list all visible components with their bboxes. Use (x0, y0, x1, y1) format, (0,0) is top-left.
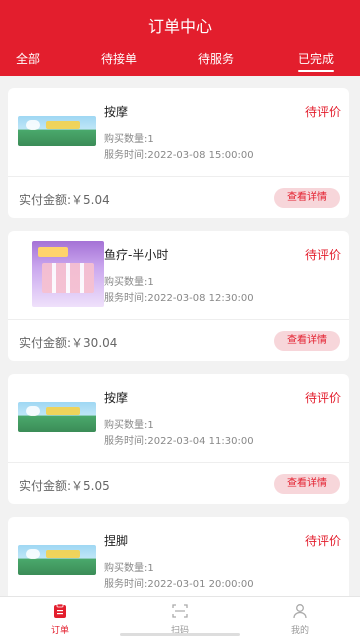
app-header: 订单中心 全部 待接单 待服务 已完成 (0, 0, 360, 76)
tab-pending-accept[interactable]: 待接单 (101, 50, 137, 67)
service-time: 服务时间:2022-03-01 20:00:00 (104, 579, 254, 590)
order-status: 待评价 (304, 534, 341, 548)
purchase-quantity: 购买数量:1 (104, 134, 154, 145)
order-card[interactable]: 按摩 待评价 购买数量:1 服务时间:2022-03-04 11:30:00 实… (8, 374, 349, 504)
order-icon (54, 603, 66, 618)
order-card[interactable]: 按摩 待评价 购买数量:1 服务时间:2022-03-08 15:00:00 实… (8, 88, 349, 218)
order-status: 待评价 (304, 248, 341, 262)
card-divider (8, 176, 349, 177)
tabbar-label-orders: 订单 (50, 626, 69, 636)
view-details-button[interactable]: 查看详情 (274, 474, 340, 494)
purchase-quantity: 购买数量:1 (104, 563, 154, 574)
home-indicator (120, 633, 240, 636)
page-title: 订单中心 (147, 17, 212, 36)
paid-amount: 实付金额:￥5.04 (19, 193, 110, 207)
tabbar-item-orders[interactable]: 订单 (30, 603, 90, 636)
product-thumbnail (32, 241, 104, 307)
purchase-quantity: 购买数量:1 (104, 420, 154, 431)
view-details-button[interactable]: 查看详情 (274, 331, 340, 351)
order-card[interactable]: 鱼疗-半小时 待评价 购买数量:1 服务时间:2022-03-08 12:30:… (8, 231, 349, 361)
tabbar-item-profile[interactable]: 我的 (270, 603, 330, 636)
order-card[interactable]: 捏脚 待评价 购买数量:1 服务时间:2022-03-01 20:00:00 (8, 517, 349, 607)
bottom-tab-bar: 订单 扫码 我的 (0, 596, 360, 640)
product-thumbnail (18, 116, 96, 146)
order-status: 待评价 (304, 391, 341, 405)
product-name: 鱼疗-半小时 (104, 248, 169, 262)
purchase-quantity: 购买数量:1 (104, 277, 154, 288)
card-divider (8, 462, 349, 463)
product-thumbnail (18, 545, 96, 575)
product-name: 按摩 (104, 391, 129, 405)
service-time: 服务时间:2022-03-08 15:00:00 (104, 150, 254, 161)
order-tabs: 全部 待接单 待服务 已完成 (0, 50, 360, 74)
service-time: 服务时间:2022-03-04 11:30:00 (104, 436, 254, 447)
paid-amount: 实付金额:￥30.04 (19, 336, 118, 350)
tab-completed[interactable]: 已完成 (298, 50, 335, 72)
user-icon (293, 604, 307, 619)
card-divider (8, 319, 349, 320)
product-thumbnail (18, 402, 96, 432)
view-details-button[interactable]: 查看详情 (274, 188, 340, 208)
order-status: 待评价 (304, 105, 341, 119)
product-name: 捏脚 (104, 534, 129, 548)
paid-amount: 实付金额:￥5.05 (19, 479, 110, 493)
product-name: 按摩 (104, 105, 129, 119)
tab-all[interactable]: 全部 (16, 50, 40, 67)
service-time: 服务时间:2022-03-08 12:30:00 (104, 293, 254, 304)
scan-icon (172, 604, 188, 618)
tab-pending-service[interactable]: 待服务 (198, 50, 234, 67)
tabbar-label-profile: 我的 (290, 626, 309, 636)
tabbar-item-scan[interactable]: 扫码 (150, 603, 210, 636)
